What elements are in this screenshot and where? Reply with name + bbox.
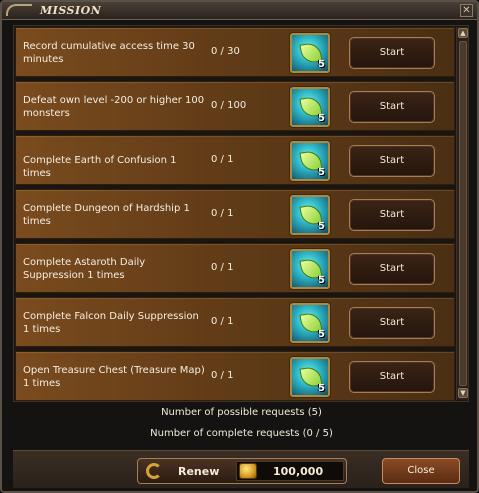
reward-count: 5: [318, 113, 325, 124]
mission-description: Open Treasure Chest (Treasure Map) 1 tim…: [23, 365, 205, 389]
refresh-icon: [146, 463, 162, 479]
complete-requests-text: Number of complete requests (0 / 5): [150, 428, 333, 439]
renew-button[interactable]: Renew 100,000: [137, 458, 347, 484]
footer-bar: Renew 100,000 Close: [13, 450, 469, 488]
mission-row: Complete Earth of Confusion 1 times 0 / …: [15, 135, 455, 185]
reward-count: 5: [318, 221, 325, 232]
mission-row: Record cumulative access time 30 minutes…: [15, 27, 455, 77]
mission-progress: 0 / 1: [211, 262, 234, 273]
mission-row: Complete Falcon Daily Suppression 1 time…: [15, 297, 455, 347]
mission-row: Complete Astaroth Daily Suppression 1 ti…: [15, 243, 455, 293]
mission-row: Complete Dungeon of Hardship 1 times 0 /…: [15, 189, 455, 239]
renew-label: Renew: [178, 465, 220, 478]
reward-count: 5: [318, 167, 325, 178]
reward-icon[interactable]: 5: [290, 87, 330, 127]
mission-row: Defeat own level -200 or higher 100 mons…: [15, 81, 455, 131]
scroll-up-button[interactable]: ▲: [458, 28, 468, 38]
scroll-thumb[interactable]: [459, 41, 467, 386]
reward-count: 5: [318, 383, 325, 394]
mission-progress: 0 / 1: [211, 316, 234, 327]
reward-count: 5: [318, 275, 325, 286]
mission-description: Defeat own level -200 or higher 100 mons…: [23, 95, 205, 119]
reward-icon[interactable]: 5: [290, 249, 330, 289]
start-button[interactable]: Start: [349, 361, 435, 393]
title-ornament-icon: [6, 4, 32, 16]
scrollbar[interactable]: ▲ ▼: [456, 27, 468, 400]
mission-progress: 0 / 30: [211, 46, 240, 57]
mission-description: Record cumulative access time 30 minutes: [23, 41, 195, 65]
renew-cost-box: 100,000: [236, 461, 344, 481]
start-button[interactable]: Start: [349, 307, 435, 339]
possible-requests-text: Number of possible requests (5): [161, 407, 322, 418]
reward-icon[interactable]: 5: [290, 33, 330, 73]
start-button[interactable]: Start: [349, 199, 435, 231]
title-close-button[interactable]: ✕: [460, 4, 473, 17]
gold-coin-icon: [239, 463, 257, 479]
mission-description: Complete Astaroth Daily Suppression 1 ti…: [23, 257, 146, 281]
mission-description: Complete Dungeon of Hardship 1 times: [23, 203, 190, 227]
start-button[interactable]: Start: [349, 145, 435, 177]
close-button[interactable]: Close: [382, 458, 460, 484]
scroll-down-button[interactable]: ▼: [458, 388, 468, 398]
reward-icon[interactable]: 5: [290, 141, 330, 181]
reward-icon[interactable]: 5: [290, 357, 330, 397]
mission-progress: 0 / 100: [211, 100, 247, 111]
title-bar[interactable]: MISSION ✕: [2, 2, 477, 20]
mission-window: MISSION ✕ Record cumulative access time …: [0, 0, 479, 493]
reward-icon[interactable]: 5: [290, 303, 330, 343]
start-button[interactable]: Start: [349, 253, 435, 285]
mission-description: Complete Earth of Confusion 1 times: [23, 155, 177, 179]
start-button[interactable]: Start: [349, 91, 435, 123]
mission-list: Record cumulative access time 30 minutes…: [13, 25, 469, 402]
reward-count: 5: [318, 329, 325, 340]
start-button[interactable]: Start: [349, 37, 435, 69]
mission-progress: 0 / 1: [211, 208, 234, 219]
reward-icon[interactable]: 5: [290, 195, 330, 235]
reward-count: 5: [318, 59, 325, 70]
mission-description: Complete Falcon Daily Suppression 1 time…: [23, 311, 199, 335]
window-title: MISSION: [40, 4, 102, 17]
mission-progress: 0 / 1: [211, 154, 234, 165]
renew-cost: 100,000: [273, 465, 324, 478]
mission-progress: 0 / 1: [211, 370, 234, 381]
mission-row: Open Treasure Chest (Treasure Map) 1 tim…: [15, 351, 455, 401]
